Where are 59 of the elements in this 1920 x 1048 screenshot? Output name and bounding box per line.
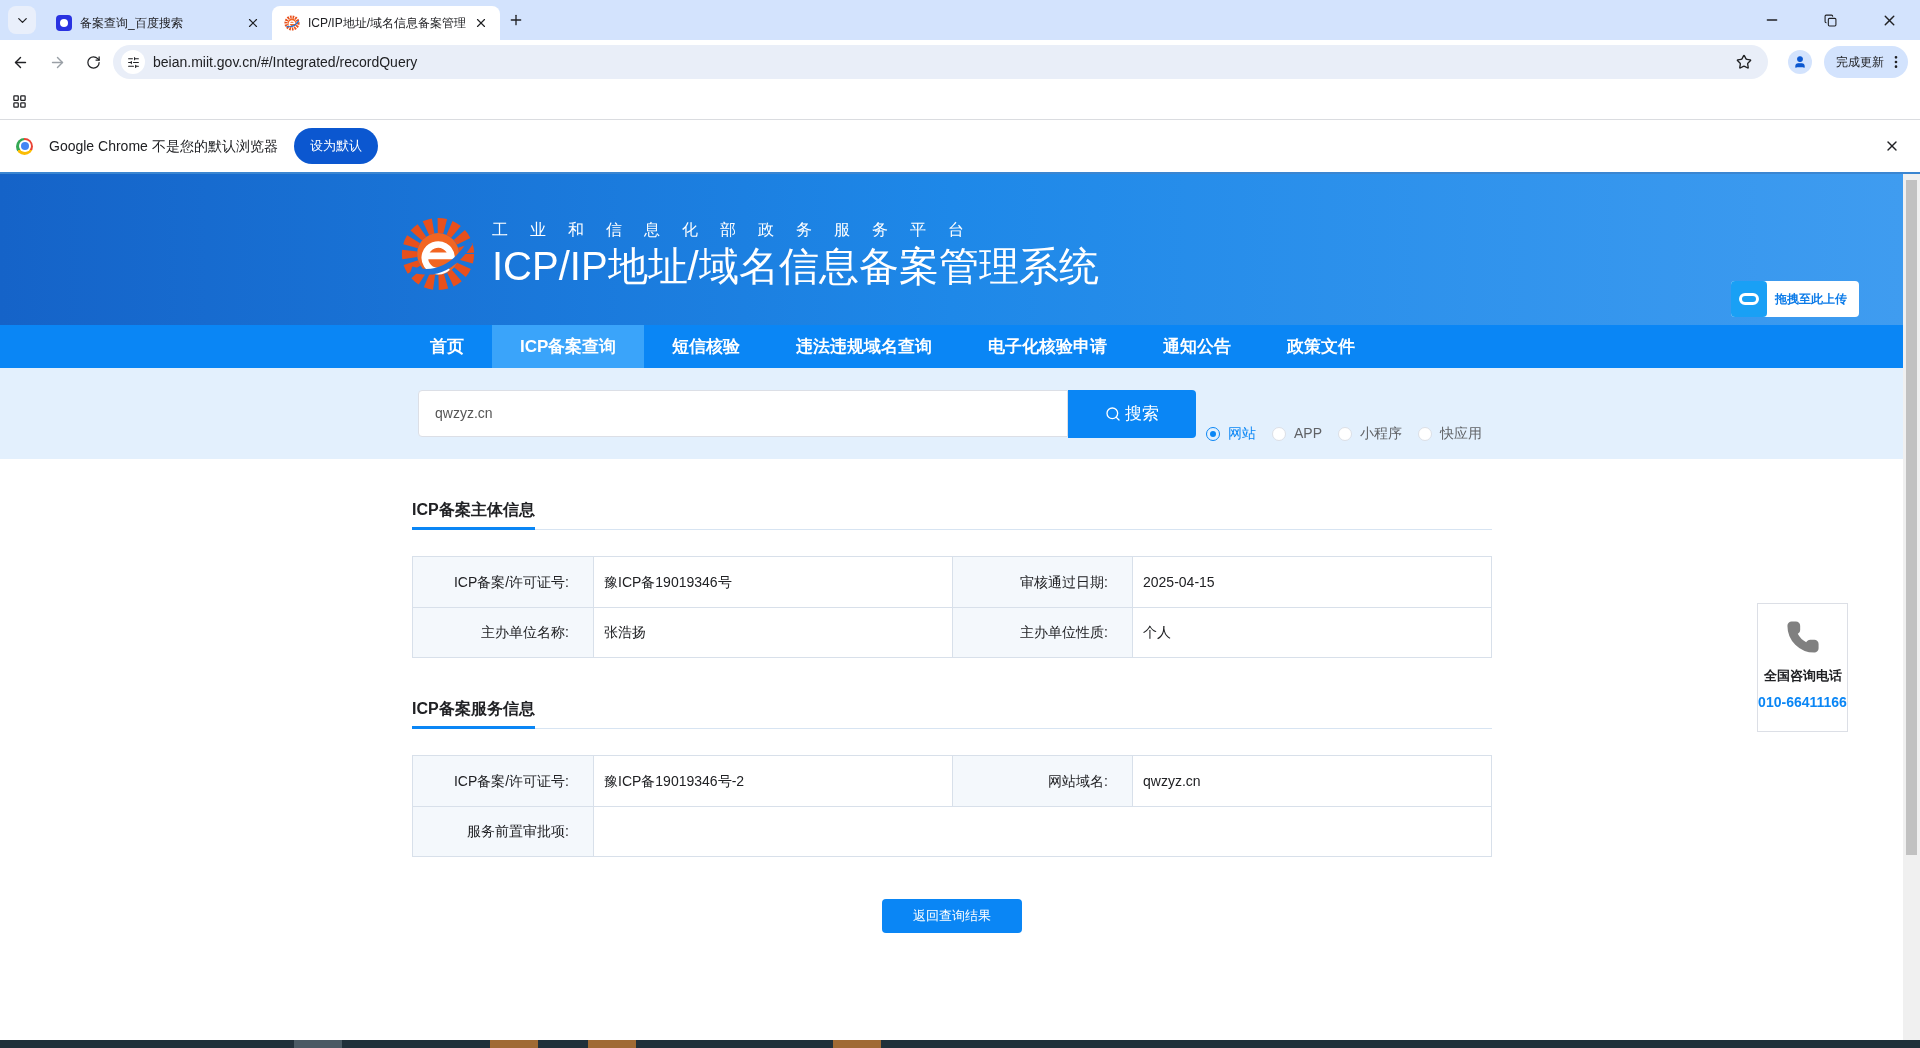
- url-text: beian.miit.gov.cn/#/Integrated/recordQuery: [153, 52, 418, 72]
- nav-tab[interactable]: 电子化核验申请: [960, 325, 1136, 368]
- search-icon: [1105, 406, 1121, 422]
- label-cell: 服务前置审批项:: [413, 807, 594, 856]
- update-button[interactable]: 完成更新: [1824, 46, 1908, 78]
- browser-tab[interactable]: 备案查询_百度搜索: [44, 6, 272, 40]
- back-button[interactable]: 返回查询结果: [882, 899, 1022, 933]
- nav-tab[interactable]: 首页: [402, 325, 492, 368]
- infobar-message: Google Chrome 不是您的默认浏览器: [49, 136, 278, 156]
- address-bar[interactable]: beian.miit.gov.cn/#/Integrated/recordQuery: [113, 45, 1768, 79]
- section-title: ICP备案服务信息: [412, 697, 535, 729]
- hotline-title: 全国咨询电话: [1763, 667, 1842, 685]
- search-field[interactable]: qwzyz.cn: [418, 390, 1068, 437]
- search-button[interactable]: 搜索: [1068, 390, 1196, 438]
- set-default-button[interactable]: 设为默认: [293, 128, 378, 164]
- tab-title: ICP/IP地址/域名信息备案管理: [308, 15, 466, 32]
- scrollbar[interactable]: [1903, 174, 1920, 1040]
- label-cell: 网站域名:: [952, 756, 1133, 806]
- bookmark-star-icon[interactable]: [1736, 54, 1752, 70]
- radio-label: 小程序: [1360, 424, 1402, 443]
- close-icon[interactable]: [474, 16, 488, 30]
- label-cell: 主办单位性质:: [952, 608, 1133, 657]
- apps-icon[interactable]: [12, 94, 27, 109]
- radio-label: APP: [1294, 424, 1322, 443]
- radio-label: 网站: [1228, 424, 1256, 443]
- nav-tab[interactable]: 短信核验: [644, 325, 769, 368]
- value-cell-text: 个人: [1142, 623, 1172, 642]
- label-cell: 主办单位名称:: [413, 608, 594, 657]
- label-cell: 审核通过日期:: [952, 557, 1133, 607]
- browser-tab[interactable]: ICP/IP地址/域名信息备案管理: [272, 6, 500, 40]
- new-tab-icon[interactable]: [508, 12, 524, 28]
- tab-title: 备案查询_百度搜索: [80, 15, 184, 32]
- telephone-icon: [1785, 620, 1820, 654]
- value-cell-text: 豫ICP备19019346号: [603, 572, 733, 592]
- section-title: ICP备案主体信息: [412, 498, 535, 530]
- value-cell-text: 2025-04-15: [1142, 572, 1216, 592]
- header-title: ICP/IP地址/域名信息备案管理系统: [492, 242, 1099, 290]
- nav-tab[interactable]: 政策文件: [1259, 325, 1384, 368]
- nav-tab[interactable]: ICP备案查询: [492, 325, 645, 368]
- nav-tab[interactable]: 通知公告: [1135, 325, 1260, 368]
- logo-icon: [400, 215, 476, 292]
- label-cell: ICP备案/许可证号:: [413, 756, 594, 806]
- upload-button[interactable]: 拖拽至此上传: [1731, 281, 1859, 317]
- value-cell-text: 张浩扬: [603, 623, 647, 642]
- header-subtitle: 工业和信息化部政务服务平台: [492, 219, 987, 240]
- profile-icon[interactable]: [1788, 50, 1812, 74]
- logo-icon: [284, 15, 300, 31]
- chrome-icon: [16, 137, 33, 155]
- label-cell: ICP备案/许可证号:: [413, 557, 594, 607]
- nav-tab[interactable]: 违法违规域名查询: [768, 325, 961, 368]
- radio-label: 快应用: [1440, 424, 1482, 443]
- value-cell-text: 豫ICP备19019346号-2: [603, 771, 746, 791]
- site-settings-icon[interactable]: [121, 50, 145, 74]
- close-icon[interactable]: [246, 16, 260, 30]
- reload-icon[interactable]: [86, 54, 101, 70]
- hotline-number: 010-66411166: [1758, 692, 1847, 712]
- restore-icon[interactable]: [1824, 13, 1837, 27]
- value-cell-text: qwzyz.cn: [1142, 771, 1202, 791]
- cloud-icon: [1731, 281, 1767, 317]
